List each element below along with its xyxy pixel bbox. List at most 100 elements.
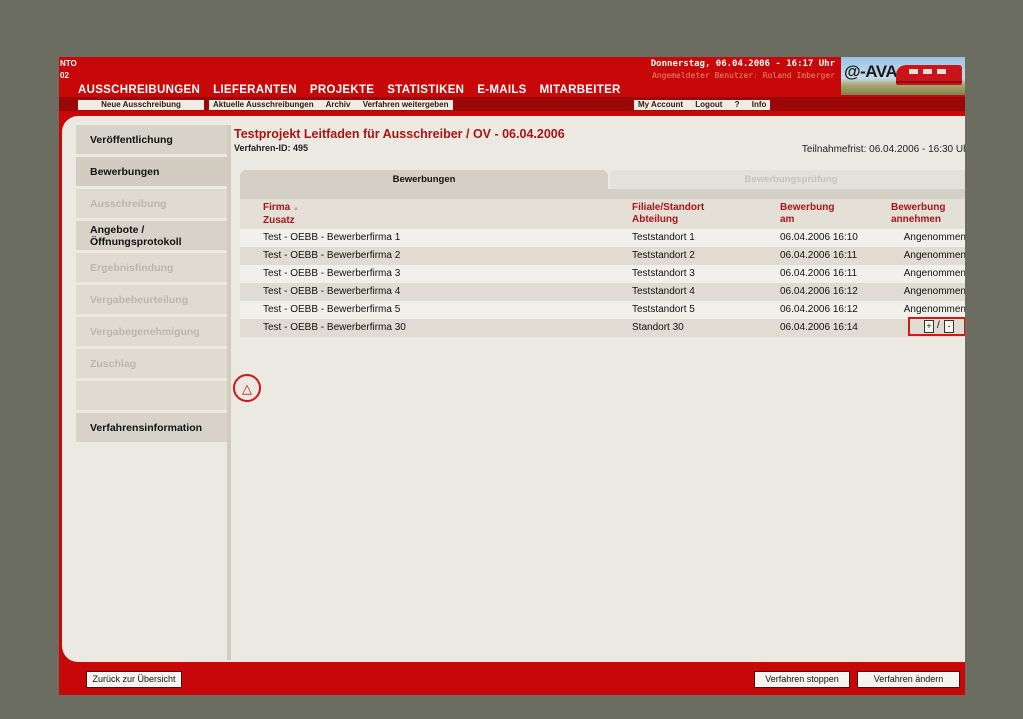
cell-standort: Teststandort 5 xyxy=(632,304,695,315)
table-row: Test - OEBB - Bewerberfirma 2 Teststando… xyxy=(240,247,965,265)
cell-firma: Test - OEBB - Bewerberfirma 1 xyxy=(263,232,401,243)
train-stripe-icon xyxy=(896,81,962,83)
corner-line-2: 02 xyxy=(60,71,69,80)
accept-reject-control: + / - xyxy=(908,317,965,336)
header-annehmen-label: annehmen xyxy=(891,214,942,225)
main-nav: AUSSCHREIBUNGEN LIEFERANTEN PROJEKTE STA… xyxy=(78,84,621,96)
app-window: NTO 02 Donnerstag, 06.04.2006 - 16:17 Uh… xyxy=(59,57,965,695)
header-user: Angemeldeter Benutzer: Roland Imberger xyxy=(651,71,835,80)
accept-button[interactable]: + xyxy=(924,320,934,333)
teilnahmefrist: Teilnahmefrist: 06.04.2006 - 16:30 Uhr xyxy=(801,144,965,155)
cell-firma: Test - OEBB - Bewerberfirma 3 xyxy=(263,268,401,279)
nav-ausschreibungen[interactable]: AUSSCHREIBUNGEN xyxy=(78,84,200,96)
sidebar-item-label: Vergabebeurteilung xyxy=(90,293,189,306)
ava-logo: @-AVA xyxy=(841,57,965,95)
warning-icon: △ xyxy=(242,381,252,396)
sub-nav-logout[interactable]: Logout xyxy=(695,100,722,109)
cell-datum: 06.04.2006 16:11 xyxy=(780,268,858,279)
stop-procedure-button[interactable]: Verfahren stoppen xyxy=(754,671,850,688)
nav-mitarbeiter[interactable]: MITARBEITER xyxy=(540,84,621,96)
sub-nav-weitergeben[interactable]: Verfahren weitergeben xyxy=(363,100,449,109)
header-firma[interactable]: Firma ▲ Zusatz xyxy=(263,202,299,227)
page-title: Testprojekt Leitfaden für Ausschreiber /… xyxy=(234,127,565,141)
cell-status: Angenommen xyxy=(903,268,965,279)
header-bewerbung-am[interactable]: Bewerbung am xyxy=(780,202,834,226)
sidebar-item-label: Bewerbungen xyxy=(90,165,160,178)
sidebar-item-ergebnisfindung: Ergebnisfindung xyxy=(76,253,227,282)
header-zusatz-label: Zusatz xyxy=(263,215,295,226)
main-panel: Veröffentlichung Bewerbungen Ausschreibu… xyxy=(62,116,965,662)
tab-bewerbungen[interactable]: Bewerbungen xyxy=(240,170,608,189)
accept-reject-separator: / xyxy=(937,320,940,331)
sidebar-item-ausschreibung: Ausschreibung xyxy=(76,189,227,218)
header-corner: NTO 02 xyxy=(60,58,77,82)
cell-status: Angenommen xyxy=(903,250,965,261)
sidebar-item-label: Vergabegenehmigung xyxy=(90,325,200,338)
tab-bewerbungspruefung: Bewerbungsprüfung xyxy=(610,170,965,189)
sub-nav-current[interactable]: Aktuelle Ausschreibungen xyxy=(213,100,314,109)
sidebar-item-label: Zuschlag xyxy=(90,357,137,370)
nav-projekte[interactable]: PROJEKTE xyxy=(310,84,374,96)
sidebar-item-vergabegenehmigung: Vergabegenehmigung xyxy=(76,317,227,346)
warning-marker: △ xyxy=(233,374,261,402)
corner-line-1: NTO xyxy=(60,59,77,68)
cell-standort: Standort 30 xyxy=(632,322,684,333)
header-filiale-label: Filiale/Standort xyxy=(632,202,705,213)
header-bewerbung-label: Bewerbung xyxy=(780,202,835,213)
sidebar-item-label: Veröffentlichung xyxy=(90,133,173,146)
cell-datum: 06.04.2006 16:10 xyxy=(780,232,858,243)
sub-nav-info[interactable]: Info xyxy=(752,100,767,109)
header-am-label: am xyxy=(780,214,795,225)
sidebar: Veröffentlichung Bewerbungen Ausschreibu… xyxy=(76,125,227,445)
table-header: Firma ▲ Zusatz Filiale/Standort Abteilun… xyxy=(240,199,965,229)
sub-nav-account[interactable]: My Account xyxy=(638,100,683,109)
cell-status: Angenommen xyxy=(903,304,965,315)
new-tender-button[interactable]: Neue Ausschreibung xyxy=(78,100,204,110)
reject-button[interactable]: - xyxy=(944,320,954,333)
cell-datum: 06.04.2006 16:11 xyxy=(780,250,858,261)
cell-standort: Teststandort 3 xyxy=(632,268,695,279)
table-row: Test - OEBB - Bewerberfirma 5 Teststando… xyxy=(240,301,965,319)
sub-nav-left: Aktuelle Ausschreibungen Archiv Verfahre… xyxy=(209,100,453,110)
header-filiale[interactable]: Filiale/Standort Abteilung xyxy=(632,202,704,226)
sort-asc-icon: ▲ xyxy=(293,206,299,212)
table-row: Test - OEBB - Bewerberfirma 3 Teststando… xyxy=(240,265,965,283)
sub-nav-right: My Account Logout ? Info xyxy=(634,100,771,110)
sidebar-item-verfahrensinformation[interactable]: Verfahrensinformation xyxy=(76,413,227,442)
sub-nav-archiv[interactable]: Archiv xyxy=(326,100,351,109)
nav-lieferanten[interactable]: LIEFERANTEN xyxy=(213,84,297,96)
cell-standort: Teststandort 2 xyxy=(632,250,695,261)
cell-firma: Test - OEBB - Bewerberfirma 4 xyxy=(263,286,401,297)
back-to-overview-button[interactable]: Zurück zur Übersicht xyxy=(86,671,182,688)
sidebar-item-empty xyxy=(76,381,227,410)
change-procedure-button[interactable]: Verfahren ändern xyxy=(857,671,960,688)
cell-standort: Teststandort 4 xyxy=(632,286,695,297)
cell-firma: Test - OEBB - Bewerberfirma 2 xyxy=(263,250,401,261)
sidebar-item-angebote[interactable]: Angebote / Öffnungsprotokoll xyxy=(76,221,227,250)
logo-text: @-AVA xyxy=(844,62,898,81)
header-firma-label: Firma xyxy=(263,202,291,213)
sidebar-item-veroeffentlichung[interactable]: Veröffentlichung xyxy=(76,125,227,154)
header-abteilung-label: Abteilung xyxy=(632,214,679,225)
header-date: Donnerstag, 06.04.2006 - 16:17 Uhr xyxy=(650,59,835,69)
cell-status: Angenommen xyxy=(903,286,965,297)
cell-datum: 06.04.2006 16:14 xyxy=(780,322,858,333)
sidebar-item-zuschlag: Zuschlag xyxy=(76,349,227,378)
cell-datum: 06.04.2006 16:12 xyxy=(780,304,858,315)
nav-emails[interactable]: E-MAILS xyxy=(477,84,526,96)
header-annehmen[interactable]: Bewerbung annehmen xyxy=(891,202,945,226)
sidebar-item-bewerbungen[interactable]: Bewerbungen xyxy=(76,157,227,186)
train-window-icon xyxy=(923,69,932,74)
sidebar-item-label: Angebote / Öffnungsprotokoll xyxy=(90,223,182,248)
cell-datum: 06.04.2006 16:12 xyxy=(780,286,858,297)
cell-firma: Test - OEBB - Bewerberfirma 5 xyxy=(263,304,401,315)
train-window-icon xyxy=(909,69,918,74)
sidebar-divider xyxy=(227,125,231,660)
cell-standort: Teststandort 1 xyxy=(632,232,695,243)
table-row: Test - OEBB - Bewerberfirma 30 Standort … xyxy=(240,317,965,337)
new-tender-label: Neue Ausschreibung xyxy=(101,100,181,109)
sub-nav-help[interactable]: ? xyxy=(735,100,740,109)
nav-statistiken[interactable]: STATISTIKEN xyxy=(387,84,464,96)
sidebar-item-vergabebeurteilung: Vergabebeurteilung xyxy=(76,285,227,314)
train-window-icon xyxy=(937,69,946,74)
